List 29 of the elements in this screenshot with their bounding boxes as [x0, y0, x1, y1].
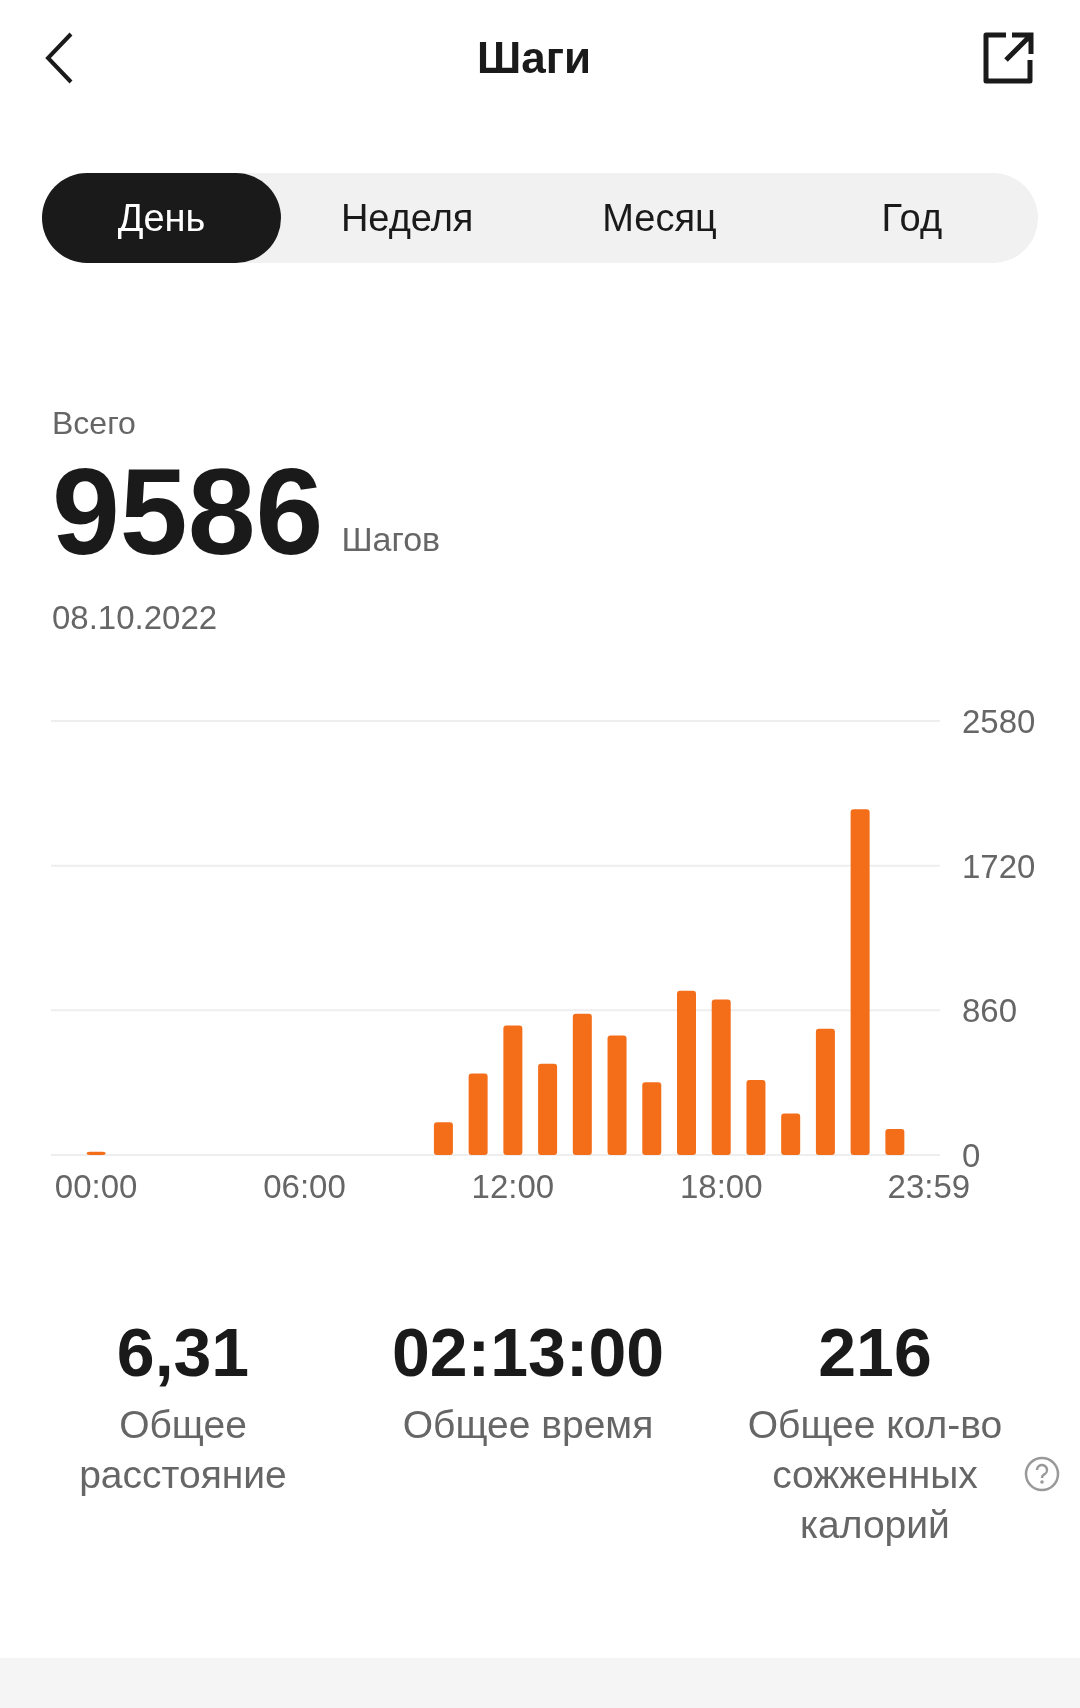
date-label: 08.10.2022: [52, 598, 219, 638]
axis-label: 860: [962, 991, 1018, 1029]
period-tab[interactable]: Год: [785, 173, 1038, 263]
share-icon: [982, 32, 1034, 84]
axis-label: 06:00: [263, 1167, 346, 1205]
period-tab[interactable]: Месяц: [533, 173, 786, 263]
stat-label: Общее время: [402, 1401, 654, 1448]
stat-label: Общее кол-во сожженных калорий: [746, 1401, 1004, 1548]
stat-label: Общее расстояние: [78, 1401, 288, 1498]
total-label: Всего: [52, 404, 137, 443]
unit-label: Шагов: [341, 519, 441, 560]
back-icon: [44, 31, 74, 85]
chart-bar: [433, 1121, 453, 1155]
chart-bar: [86, 1151, 106, 1155]
axis-label: 12:00: [471, 1167, 555, 1205]
period-tab[interactable]: День: [42, 173, 281, 263]
period-tab[interactable]: Неделя: [281, 173, 534, 263]
step-count: 9586: [52, 451, 324, 573]
help-icon[interactable]: [1024, 1455, 1060, 1492]
stat-value: 216: [818, 1317, 932, 1386]
stat-value: 6,31: [116, 1317, 250, 1386]
axis-label: 2580: [962, 702, 1036, 740]
stat-value: 02:13:00: [391, 1317, 665, 1386]
axis-label: 1720: [962, 847, 1036, 885]
chart-bar: [885, 1128, 905, 1155]
axis-label: 00:00: [54, 1167, 138, 1205]
chart-bar: [781, 1113, 801, 1155]
axis-label: 18:00: [679, 1167, 763, 1205]
page-title: Шаги: [476, 32, 592, 84]
